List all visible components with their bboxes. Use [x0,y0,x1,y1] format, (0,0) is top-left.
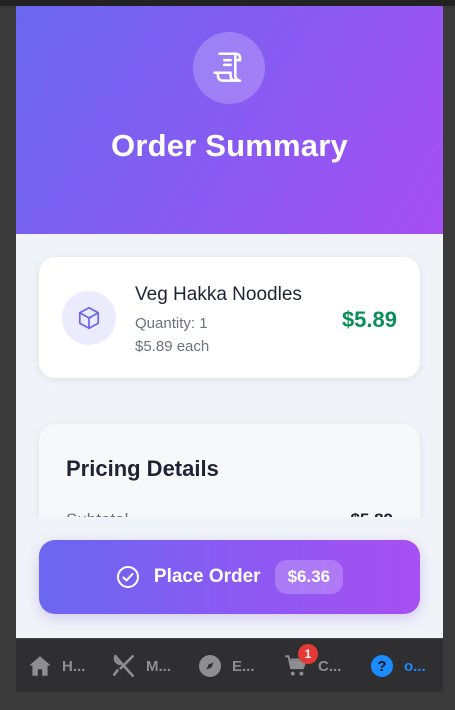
page-title: Order Summary [111,128,348,163]
nav-item-home[interactable]: H... [26,639,85,693]
box-icon [62,291,116,345]
item-total-price: $5.89 [341,307,397,332]
place-order-label: Place Order [153,566,261,587]
order-total-badge: $6.36 [274,560,344,594]
item-name: Veg Hakka Noodles [135,284,302,305]
nav-item-cart[interactable]: 1 C... [282,639,341,693]
compass-icon [196,652,224,680]
item-quantity: Quantity: 1 [135,315,208,332]
pricing-title: Pricing Details [66,456,219,481]
cart-count-badge: 1 [298,644,318,664]
order-summary-header: Order Summary [16,6,443,234]
order-item-card: Veg Hakka Noodles Quantity: 1 $5.89 each… [39,257,420,378]
nav-item-menu[interactable]: M... [110,639,171,693]
help-icon: ? [368,652,396,680]
home-icon [26,652,54,680]
nav-label: H... [62,657,86,675]
nav-item-explore[interactable]: E... [196,639,255,693]
nav-label: E... [232,657,255,675]
nav-label: o... [404,657,426,675]
item-unit-price: $5.89 each [135,338,210,355]
receipt-icon [193,32,265,104]
nav-item-help[interactable]: ? o... [368,639,426,693]
bottom-nav-bar: H... M... E... 1 C... ? o... [16,638,443,692]
app-screen: Order Summary Veg Hakka Noodles Quantity… [16,6,443,638]
cart-icon: 1 [282,644,318,680]
nav-label: C... [318,657,342,675]
utensils-icon [110,652,138,680]
svg-text:?: ? [377,658,386,675]
check-circle-icon [116,565,140,589]
nav-label: M... [146,657,171,675]
place-order-button[interactable]: Place Order $6.36 [39,540,420,614]
